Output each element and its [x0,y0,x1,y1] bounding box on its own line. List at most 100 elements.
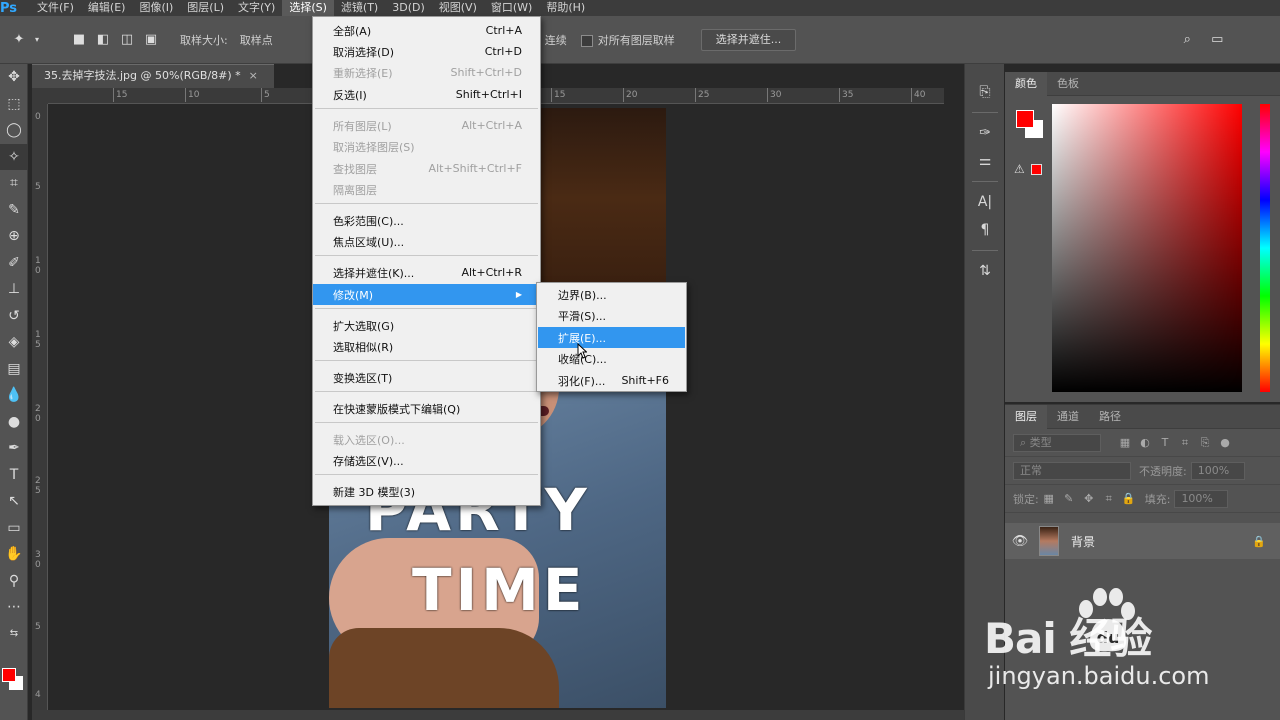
path-selection-tool-icon[interactable]: ↖ [0,488,28,515]
adjustments-icon[interactable]: ⚌ [965,147,1005,175]
menu-edit[interactable]: 编辑(E) [81,0,133,16]
menu-item-similar[interactable]: 选取相似(R) [313,336,540,357]
menu-item-save-selection[interactable]: 存储选区(V)... [313,450,540,471]
more-tools-icon[interactable]: ⋯ [0,594,28,621]
chevron-down-icon[interactable]: ▾ [28,31,46,49]
menu-item-deselect-layers[interactable]: 取消选择图层(S) [313,136,540,157]
intersect-selection-icon[interactable]: ▣ [142,31,160,49]
submenu-item-contract[interactable]: 收缩(C)... [538,348,685,369]
menu-filter[interactable]: 滤镜(T) [334,0,385,16]
gradient-tool-icon[interactable]: ▤ [0,356,28,383]
submenu-item-border[interactable]: 边界(B)... [538,284,685,305]
lock-all-icon[interactable]: 🔒 [1119,492,1139,505]
menu-item-grow[interactable]: 扩大选取(G) [313,315,540,336]
lock-artboard-icon[interactable]: ⌗ [1099,492,1119,506]
menu-3d[interactable]: 3D(D) [385,0,432,16]
menu-select[interactable]: 选择(S) [282,0,334,16]
move-tool-icon[interactable]: ✥ [0,64,28,91]
menu-item-find-layers[interactable]: 查找图层 Alt+Shift+Ctrl+F [313,158,540,179]
menu-item-new-3d-model[interactable]: 新建 3D 模型(3) [313,481,540,502]
select-and-mask-button[interactable]: 选择并遮住... [700,28,797,51]
brush-presets-icon[interactable]: ✑ [965,119,1005,147]
eyedropper-tool-icon[interactable]: ✎ [0,197,28,224]
menu-item-select-and-mask[interactable]: 选择并遮住(K)... Alt+Ctrl+R [313,262,540,283]
subtract-selection-icon[interactable]: ◫ [118,31,136,49]
filter-smart-icon[interactable]: ⎘ [1195,436,1215,450]
menu-item-all-layers[interactable]: 所有图层(L) Alt+Ctrl+A [313,115,540,136]
clone-stamp-tool-icon[interactable]: ⊥ [0,276,28,303]
checkbox-icon[interactable] [580,34,593,47]
hue-slider[interactable] [1260,104,1270,392]
menu-item-quick-mask[interactable]: 在快速蒙版模式下编辑(Q) [313,398,540,419]
menu-item-load-selection[interactable]: 载入选区(O)... [313,429,540,450]
character-panel-icon[interactable]: A| [965,188,1005,216]
menu-item-focus-area[interactable]: 焦点区域(U)... [313,231,540,252]
menu-item-modify[interactable]: 修改(M) ▶ [313,284,540,305]
new-selection-icon[interactable]: ■ [70,31,88,49]
sample-size-select[interactable]: 取样点 [240,32,273,48]
color-field[interactable] [1052,104,1242,392]
menu-window[interactable]: 窗口(W) [484,0,539,16]
magic-wand-preset-icon[interactable]: ✦ [10,31,28,49]
tab-channels[interactable]: 通道 [1047,405,1089,429]
brush-tool-icon[interactable]: ✐ [0,250,28,277]
marquee-tool-icon[interactable]: ⬚ [0,91,28,118]
magic-wand-tool-icon[interactable]: ✧ [0,143,28,170]
layer-row-background[interactable]: 👁 背景 🔒 [1005,523,1280,559]
history-brush-tool-icon[interactable]: ↺ [0,303,28,330]
tab-paths[interactable]: 路径 [1089,405,1131,429]
visibility-eye-icon[interactable]: 👁 [1005,534,1035,549]
pen-tool-icon[interactable]: ✒ [0,435,28,462]
eraser-tool-icon[interactable]: ◈ [0,329,28,356]
gamut-warning-icon[interactable]: ⚠ [1014,162,1025,176]
filter-type-icon[interactable]: T [1155,436,1175,449]
hand-tool-icon[interactable]: ✋ [0,541,28,568]
add-selection-icon[interactable]: ◧ [94,31,112,49]
lock-position-icon[interactable]: ✥ [1079,492,1099,505]
submenu-item-feather[interactable]: 羽化(F)... Shift+F6 [538,370,685,391]
menu-item-color-range[interactable]: 色彩范围(C)... [313,210,540,231]
filter-shape-icon[interactable]: ⌗ [1175,436,1195,450]
menu-file[interactable]: 文件(F) [30,0,81,16]
menu-image[interactable]: 图像(I) [132,0,180,16]
blur-tool-icon[interactable]: 💧 [0,382,28,409]
foreground-color-swatch[interactable] [1016,110,1034,128]
foreground-color-swatch[interactable] [2,668,16,682]
zoom-tool-icon[interactable]: ⚲ [0,568,28,595]
tab-layers[interactable]: 图层 [1005,404,1047,429]
menu-item-isolate-layers[interactable]: 隔离图层 [313,179,540,200]
document-tab[interactable]: 35.去掉字技法.jpg @ 50%(RGB/8#) * × [32,64,274,88]
menu-view[interactable]: 视图(V) [432,0,484,16]
rectangle-tool-icon[interactable]: ▭ [0,515,28,542]
lasso-tool-icon[interactable]: ◯ [0,117,28,144]
tab-swatches[interactable]: 色板 [1047,72,1089,96]
filter-toggle-icon[interactable]: ● [1215,436,1235,449]
filter-adjust-icon[interactable]: ◐ [1135,436,1155,449]
paragraph-panel-icon[interactable]: ¶ [965,216,1005,244]
layer-kind-filter[interactable]: ⌕ 类型 [1013,433,1101,452]
menu-item-select-all[interactable]: 全部(A) Ctrl+A [313,20,540,41]
submenu-item-expand[interactable]: 扩展(E)... [538,327,685,348]
dodge-tool-icon[interactable]: ● [0,409,28,436]
blend-mode-select[interactable]: 正常 [1013,461,1131,480]
properties-icon[interactable]: ⇅ [965,257,1005,285]
gamut-swatch[interactable] [1031,164,1042,175]
type-tool-icon[interactable]: T [0,462,28,489]
lock-pixels-icon[interactable]: ✎ [1059,492,1079,505]
menu-item-transform-selection[interactable]: 变换选区(T) [313,367,540,388]
menu-type[interactable]: 文字(Y) [231,0,282,16]
menu-item-inverse[interactable]: 反选(I) Shift+Ctrl+I [313,84,540,105]
menu-item-deselect[interactable]: 取消选择(D) Ctrl+D [313,41,540,62]
history-panel-icon[interactable]: ⎘ [965,78,1005,106]
swap-colors-icon[interactable]: ⇆ [0,621,28,648]
all-layers-checkbox[interactable]: 对所有图层取样 [580,32,675,48]
healing-brush-tool-icon[interactable]: ⊕ [0,223,28,250]
fill-input[interactable]: 100% [1174,489,1229,508]
menu-item-reselect[interactable]: 重新选择(E) Shift+Ctrl+D [313,62,540,83]
workspace-icon[interactable]: ▭ [1208,31,1226,49]
tab-color[interactable]: 颜色 [1005,71,1047,96]
menu-layer[interactable]: 图层(L) [180,0,231,16]
opacity-input[interactable]: 100% [1190,461,1245,480]
search-icon[interactable]: ⌕ [1178,31,1196,49]
lock-transparency-icon[interactable]: ▦ [1039,492,1059,505]
